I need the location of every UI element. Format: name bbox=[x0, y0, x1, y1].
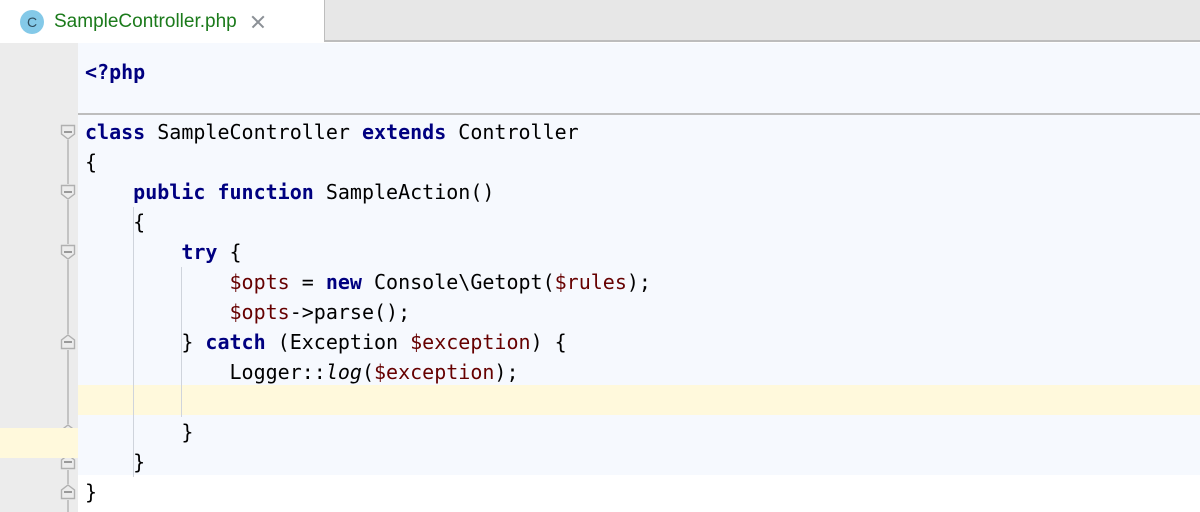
code-token: log bbox=[325, 360, 362, 384]
php-open-tag-separator bbox=[78, 113, 1200, 115]
code-token: } bbox=[85, 480, 98, 504]
code-token: try bbox=[181, 240, 218, 264]
code-token: SampleController bbox=[145, 120, 362, 144]
fold-minus-glyph bbox=[64, 191, 72, 193]
code-token: ); bbox=[626, 270, 651, 294]
code-token: $opts bbox=[229, 270, 290, 294]
fold-minus-glyph bbox=[64, 341, 72, 343]
code-token: SampleAction() bbox=[313, 180, 495, 204]
code-token: } bbox=[133, 450, 146, 474]
code-line-6[interactable]: { bbox=[85, 207, 145, 237]
code-token: catch bbox=[205, 330, 266, 354]
code-token: $exception bbox=[374, 360, 495, 384]
code-token: { bbox=[217, 240, 242, 264]
code-token: ); bbox=[494, 360, 519, 384]
code-line-8[interactable]: $opts = new Console\Getopt($rules); bbox=[85, 267, 651, 297]
code-line-1[interactable]: <?php bbox=[85, 57, 145, 87]
code-line-4[interactable]: { bbox=[85, 147, 97, 177]
code-token: (Exception bbox=[265, 330, 411, 354]
code-token: $exception bbox=[410, 330, 531, 354]
fold-minus-glyph bbox=[64, 131, 72, 133]
tab-label: SampleController.php bbox=[54, 10, 237, 32]
collapse-down-icon[interactable] bbox=[60, 124, 76, 140]
editor-tab-bar: C SampleController.php bbox=[0, 0, 1200, 43]
code-line-13[interactable]: } bbox=[85, 417, 193, 447]
code-token: { bbox=[85, 150, 98, 174]
caret-line-gutter-highlight bbox=[0, 428, 78, 458]
code-token: } bbox=[181, 420, 194, 444]
code-token: <?php bbox=[85, 60, 146, 84]
code-token: { bbox=[133, 210, 146, 234]
editor-tab-sample-controller[interactable]: C SampleController.php bbox=[0, 0, 324, 43]
code-line-14[interactable]: } bbox=[85, 447, 145, 477]
code-token: ->parse(); bbox=[289, 300, 411, 324]
code-token: Console\Getopt( bbox=[361, 270, 555, 294]
code-line-10[interactable]: } catch (Exception $exception) { bbox=[85, 327, 567, 357]
code-token: public bbox=[133, 180, 206, 204]
code-token: ) { bbox=[530, 330, 567, 354]
collapse-down-icon[interactable] bbox=[60, 244, 76, 260]
collapse-up-icon[interactable] bbox=[60, 484, 76, 500]
collapse-down-icon[interactable] bbox=[60, 184, 76, 200]
fold-minus-glyph bbox=[64, 461, 72, 463]
close-icon[interactable] bbox=[249, 13, 267, 31]
code-line-9[interactable]: $opts->parse(); bbox=[85, 297, 411, 327]
code-token: = bbox=[289, 270, 326, 294]
code-token: $opts bbox=[229, 300, 290, 324]
code-line-15[interactable]: } bbox=[85, 477, 97, 507]
code-line-11[interactable]: Logger::log($exception); bbox=[85, 357, 519, 387]
code-token: Controller bbox=[446, 120, 579, 144]
fold-minus-glyph bbox=[64, 491, 72, 493]
code-token: } bbox=[181, 330, 206, 354]
collapse-up-icon[interactable] bbox=[60, 334, 76, 350]
code-token: new bbox=[325, 270, 362, 294]
php-class-icon: C bbox=[20, 9, 44, 34]
code-line-7[interactable]: try { bbox=[85, 237, 242, 267]
code-line-3[interactable]: class SampleController extends Controlle… bbox=[85, 117, 579, 147]
code-line-12[interactable] bbox=[85, 387, 230, 417]
code-token: Logger:: bbox=[229, 360, 326, 384]
code-editor-window: C SampleController.php <?php class Sample… bbox=[0, 0, 1200, 512]
caret-line-highlight bbox=[78, 385, 1200, 415]
code-token: extends bbox=[361, 120, 447, 144]
code-token: function bbox=[217, 180, 314, 204]
code-token: ( bbox=[361, 360, 374, 384]
editor-area[interactable]: <?php class SampleController extends Cont… bbox=[0, 43, 1200, 512]
tab-bar-empty-area bbox=[324, 0, 1200, 42]
last-line-background bbox=[78, 475, 1200, 512]
code-token: class bbox=[85, 120, 146, 144]
fold-minus-glyph bbox=[64, 251, 72, 253]
code-line-5[interactable]: public function SampleAction() bbox=[85, 177, 494, 207]
code-surface[interactable]: <?php class SampleController extends Cont… bbox=[78, 43, 1200, 512]
code-token: $rules bbox=[554, 270, 627, 294]
